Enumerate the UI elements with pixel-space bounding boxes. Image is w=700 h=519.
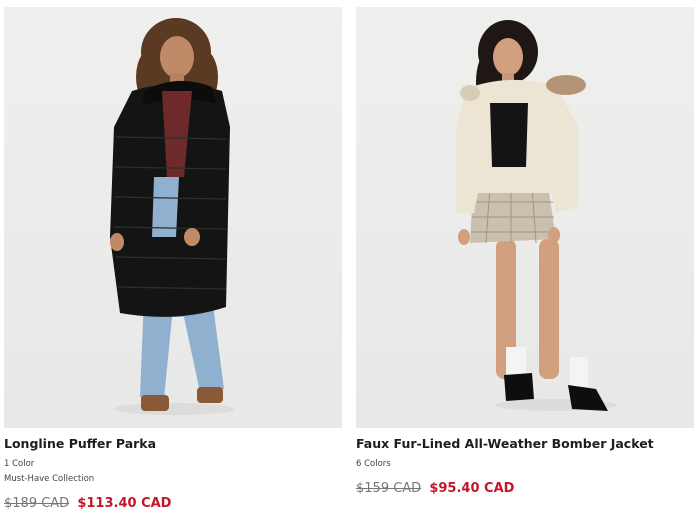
product-price: $159 CAD $95.40 CAD [356, 481, 514, 496]
sale-price: $113.40 CAD [77, 496, 172, 511]
product-title[interactable]: Faux Fur-Lined All-Weather Bomber Jacket [356, 436, 696, 451]
product-color-count: 6 Colors [356, 459, 391, 469]
sale-price: $95.40 CAD [429, 481, 515, 496]
product-collection-badge: Must-Have Collection [4, 474, 95, 484]
product-title[interactable]: Longline Puffer Parka [4, 436, 344, 451]
original-price: $159 CAD [356, 481, 422, 496]
original-price: $189 CAD [4, 496, 70, 511]
product-color-count: 1 Color [4, 459, 35, 469]
product-card-2[interactable]: Faux Fur-Lined All-Weather Bomber Jacket… [356, 0, 694, 496]
product-card-1[interactable]: Longline Puffer Parka 1 Color Must-Have … [4, 0, 342, 511]
product-image-1[interactable] [4, 7, 342, 428]
product-image-2[interactable] [356, 7, 694, 428]
product-price: $189 CAD $113.40 CAD [4, 496, 171, 511]
